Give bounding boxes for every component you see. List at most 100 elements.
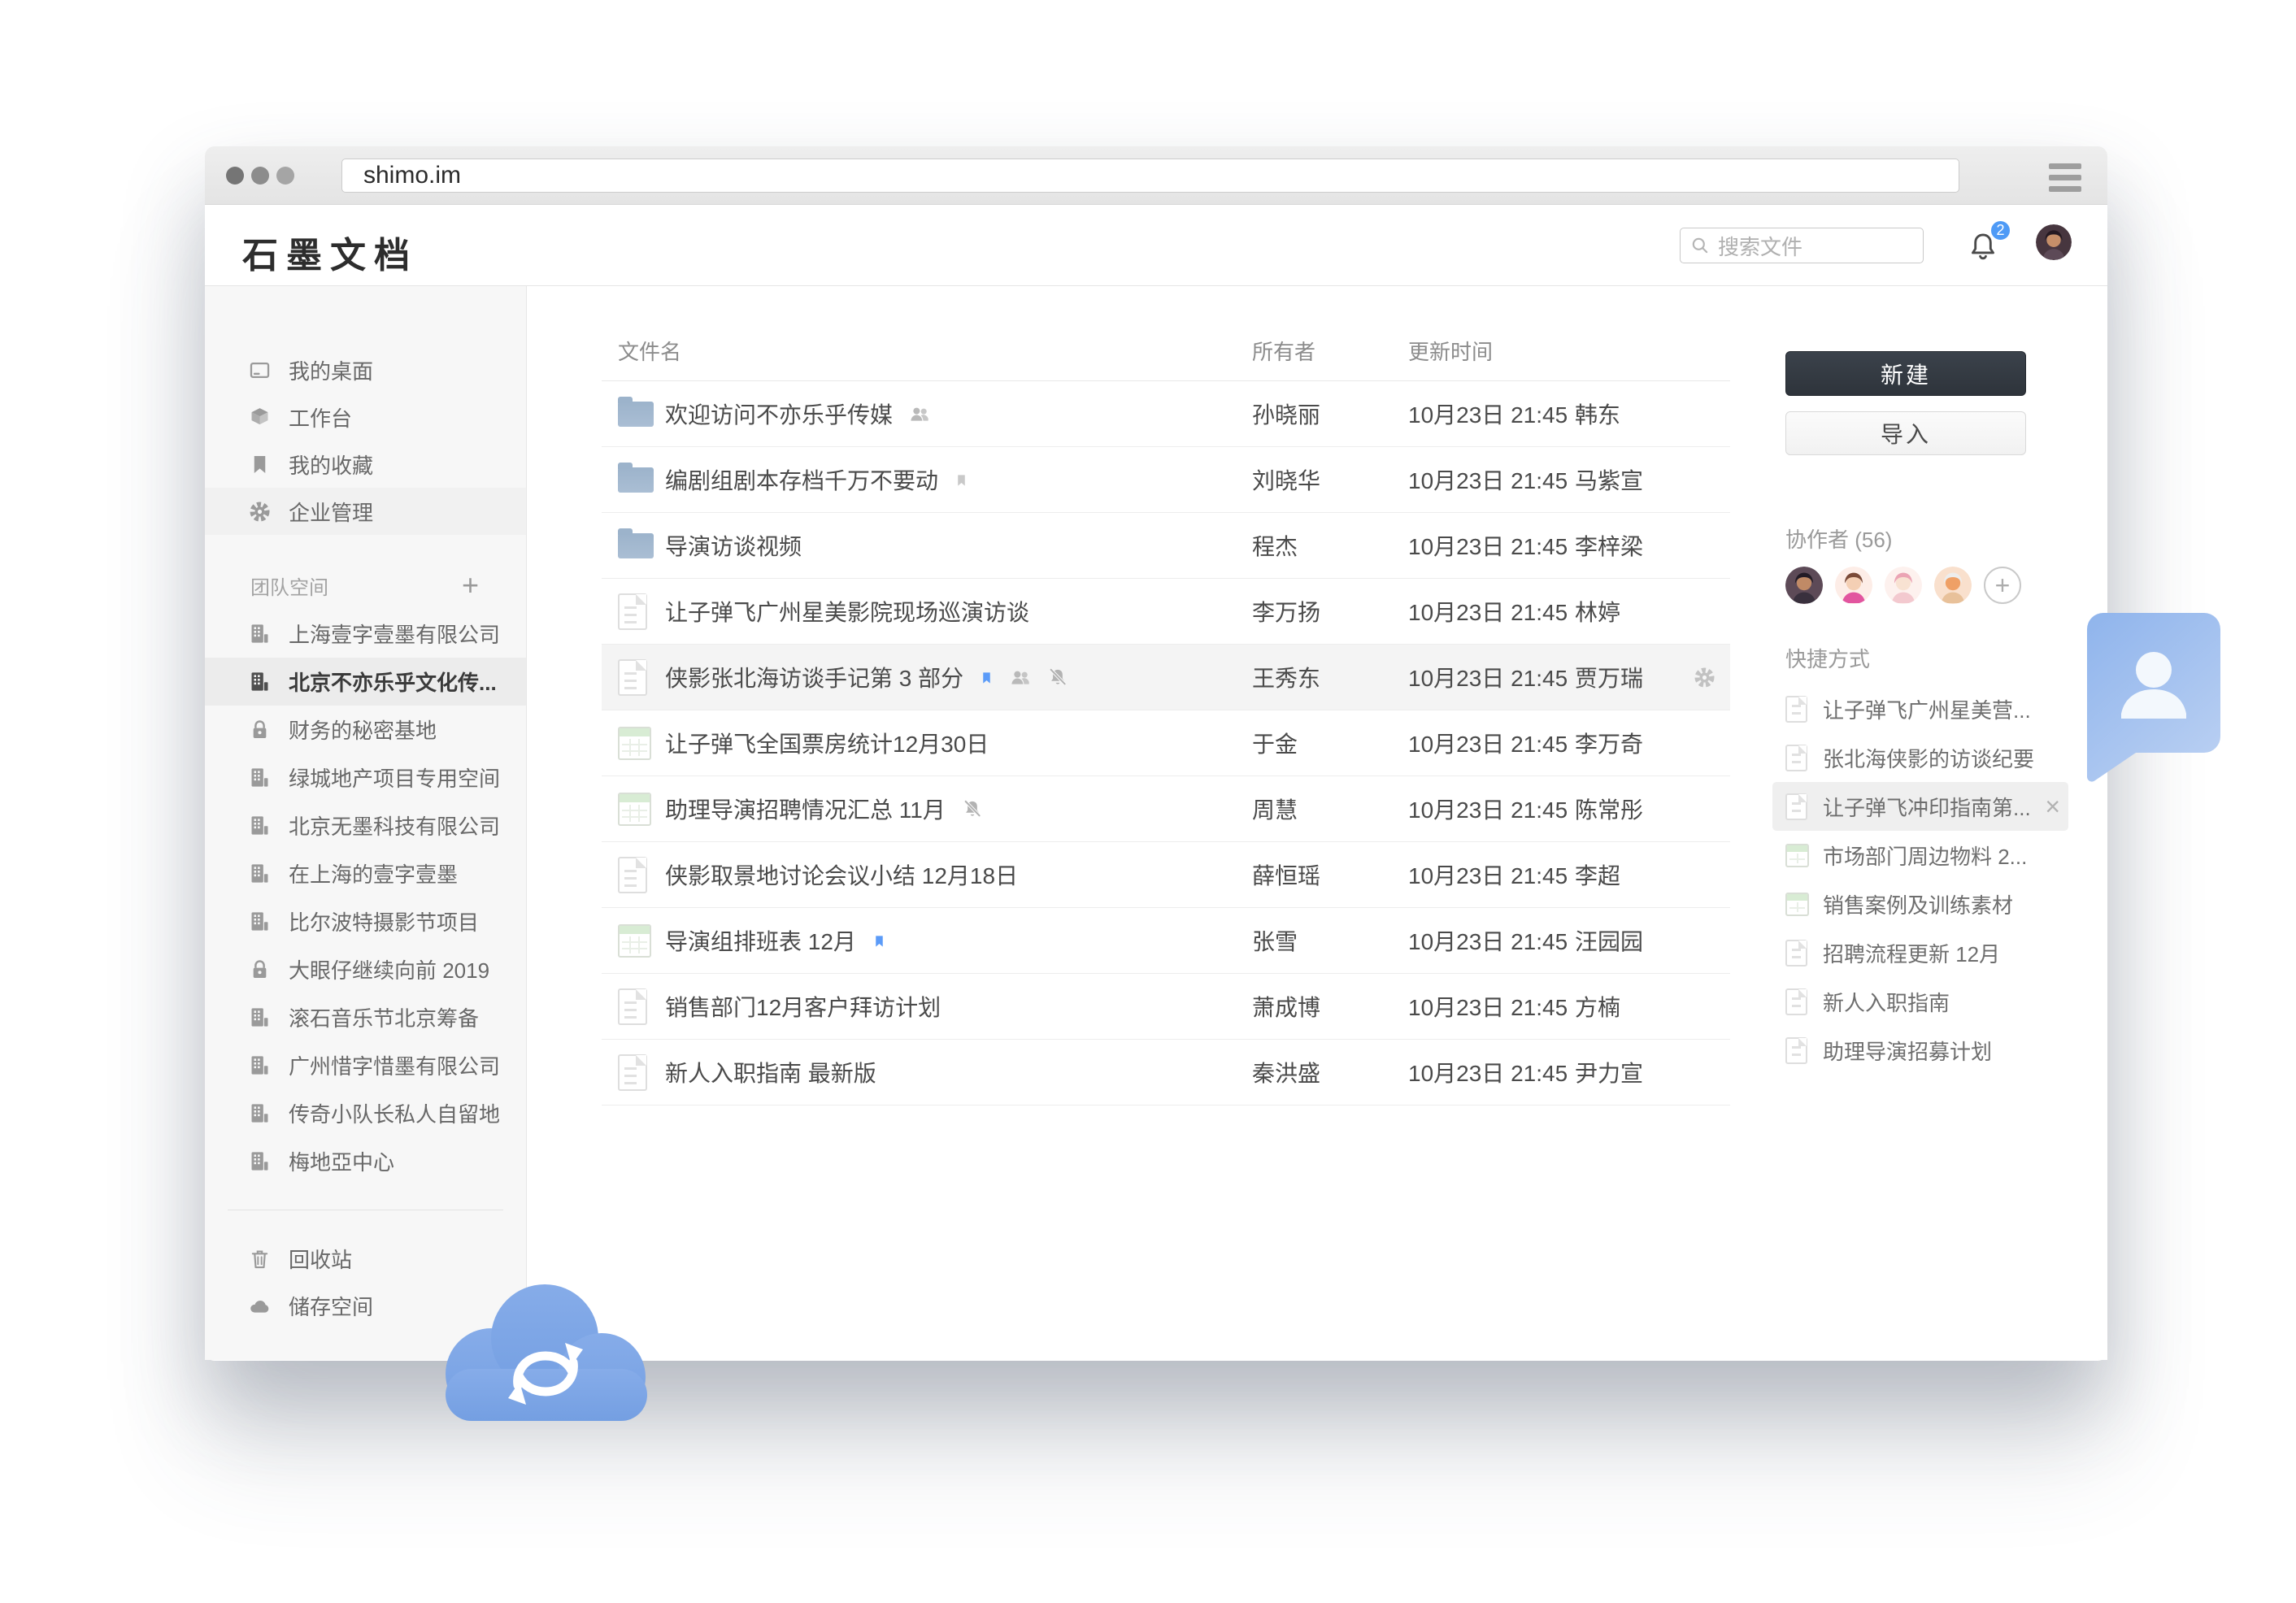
user-avatar[interactable] [2036, 224, 2072, 260]
address-bar[interactable]: shimo.im [341, 159, 1959, 193]
notification-badge: 2 [1989, 219, 2011, 241]
file-name: 侠影取景地讨论会议小结 12月18日 [665, 858, 1018, 891]
table-row[interactable]: 销售部门12月客户拜访计划 萧成博 10月23日 21:45 方楠 [602, 974, 1730, 1040]
doc-icon [618, 659, 647, 696]
import-button[interactable]: 导入 [1785, 411, 2026, 455]
right-panel: 新建 导入 协作者 (56) + 快捷方式 让子弹飞广州星美营... 张北海侠影… [1785, 286, 2107, 1360]
file-updater: 李万奇 [1575, 727, 1681, 759]
building-icon [249, 1150, 271, 1172]
table-row[interactable]: 侠影取景地讨论会议小结 12月18日 薛恒瑶 10月23日 21:45 李超 [602, 842, 1730, 908]
table-row[interactable]: 让子弹飞全国票房统计12月30日 于金 10月23日 21:45 李万奇 [602, 710, 1730, 776]
table-row[interactable]: 新人入职指南 最新版 秦洪盛 10月23日 21:45 尹力宣 [602, 1040, 1730, 1106]
bell-muted-icon [962, 798, 983, 819]
sidebar-item-label: 我的桌面 [289, 355, 373, 385]
table-row[interactable]: 侠影张北海访谈手记第 3 部分 王秀东 10月23日 21:45 贾万瑞 [602, 645, 1730, 710]
doc-icon [618, 593, 647, 630]
sidebar-footer-item[interactable]: 回收站 [205, 1235, 526, 1282]
file-updated: 10月23日 21:45 [1408, 595, 1575, 628]
sidebar-item-desktop[interactable]: 我的桌面 [205, 346, 526, 393]
sidebar: 我的桌面 工作台 我的收藏 企业管理 团队空间 + 上海壹字壹墨有限公司 北京不… [205, 286, 527, 1360]
table-row[interactable]: 欢迎访问不亦乐乎传媒 孙晓丽 10月23日 21:45 韩东 [602, 381, 1730, 447]
shortcut-item[interactable]: 让子弹飞冲印指南第... × [1772, 782, 2068, 831]
folder-icon [618, 533, 654, 558]
sidebar-team-item[interactable]: 比尔波特摄影节项目 [205, 897, 526, 945]
sidebar-team-item[interactable]: 传奇小队长私人自留地 [205, 1089, 526, 1137]
file-name: 让子弹飞广州星美影院现场巡演访谈 [665, 595, 1029, 628]
bookmark-icon [249, 454, 271, 476]
team-item-label: 北京无墨科技有限公司 [289, 810, 500, 841]
shortcuts-list: 让子弹飞广州星美营... 张北海侠影的访谈纪要 让子弹飞冲印指南第... × 市… [1772, 684, 2068, 1075]
shortcut-item[interactable]: 市场部门周边物料 2... [1772, 831, 2068, 880]
sidebar-team-item[interactable]: 梅地亞中心 [205, 1137, 526, 1185]
sidebar-team-item[interactable]: 大眼仔继续向前 2019 [205, 945, 526, 993]
window-controls[interactable] [226, 167, 294, 185]
sheet-icon [618, 924, 651, 958]
sidebar-item-label: 我的收藏 [289, 450, 373, 480]
table-row[interactable]: 导演组排班表 12月 张雪 10月23日 21:45 汪园园 [602, 908, 1730, 974]
bookmark-blue-icon [872, 931, 886, 950]
browser-menu-icon[interactable] [2049, 163, 2081, 198]
sidebar-item-bookmark[interactable]: 我的收藏 [205, 441, 526, 488]
file-owner: 李万扬 [1252, 595, 1408, 628]
window-minimize-button[interactable] [251, 167, 269, 185]
shortcut-item[interactable]: 销售案例及训练素材 [1772, 880, 2068, 928]
sidebar-team-item[interactable]: 北京不亦乐乎文化传... [205, 658, 526, 706]
people-icon [1010, 667, 1031, 688]
sidebar-team-item[interactable]: 上海壹字壹墨有限公司 [205, 610, 526, 658]
shortcut-item[interactable]: 助理导演招募计划 [1772, 1026, 2068, 1075]
collaborator-avatar[interactable] [1835, 567, 1872, 604]
team-item-label: 上海壹字壹墨有限公司 [289, 619, 500, 649]
file-updater: 林婷 [1575, 595, 1681, 628]
sidebar-item-workbench[interactable]: 工作台 [205, 393, 526, 441]
table-row[interactable]: 让子弹飞广州星美影院现场巡演访谈 李万扬 10月23日 21:45 林婷 [602, 579, 1730, 645]
browser-chrome: shimo.im [205, 146, 2107, 205]
feedback-bubble-button[interactable] [2084, 610, 2224, 784]
shortcut-item[interactable]: 让子弹飞广州星美营... [1772, 684, 2068, 733]
notifications-button[interactable]: 2 [1968, 226, 2000, 262]
folder-icon [618, 402, 654, 427]
desktop-icon [249, 359, 271, 381]
sidebar-team-item[interactable]: 滚石音乐节北京筹备 [205, 993, 526, 1041]
file-updated: 10月23日 21:45 [1408, 397, 1575, 430]
close-icon[interactable]: × [2045, 793, 2060, 819]
file-name: 助理导演招聘情况汇总 11月 [665, 793, 946, 825]
window-close-button[interactable] [226, 167, 244, 185]
shortcut-item[interactable]: 新人入职指南 [1772, 977, 2068, 1026]
sidebar-team-item[interactable]: 广州惜字惜墨有限公司 [205, 1041, 526, 1089]
search-input[interactable]: 搜索文件 [1680, 228, 1924, 263]
browser-window: shimo.im 石墨文档 搜索文件 2 [205, 146, 2107, 1361]
window-zoom-button[interactable] [276, 167, 294, 185]
table-header: 文件名 所有者 更新时间 [602, 286, 1730, 381]
sidebar-footer-label: 储存空间 [289, 1291, 373, 1321]
sidebar-item-gear[interactable]: 企业管理 [205, 488, 526, 535]
file-updater: 方楠 [1575, 990, 1681, 1023]
sheet-icon [1785, 893, 1809, 916]
table-row[interactable]: 导演访谈视频 程杰 10月23日 21:45 李梓梁 [602, 513, 1730, 579]
sidebar-team-item[interactable]: 财务的秘密基地 [205, 706, 526, 754]
doc-icon [618, 988, 647, 1025]
building-icon [249, 671, 271, 693]
shortcut-label: 销售案例及训练素材 [1823, 889, 2013, 919]
sidebar-team-item[interactable]: 在上海的壹字壹墨 [205, 849, 526, 897]
file-name: 侠影张北海访谈手记第 3 部分 [665, 661, 963, 693]
sidebar-team-item[interactable]: 北京无墨科技有限公司 [205, 802, 526, 849]
file-name: 欢迎访问不亦乐乎传媒 [665, 397, 893, 430]
add-collaborator-button[interactable]: + [1984, 567, 2021, 604]
team-item-label: 传奇小队长私人自留地 [289, 1098, 500, 1128]
new-button[interactable]: 新建 [1785, 351, 2026, 396]
sidebar-team-item[interactable]: 绿城地产项目专用空间 [205, 754, 526, 802]
doc-icon [1785, 1037, 1807, 1064]
collaborator-avatar[interactable] [1934, 567, 1972, 604]
collaborator-avatar[interactable] [1785, 567, 1823, 604]
table-row[interactable]: 编剧组剧本存档千万不要动 刘晓华 10月23日 21:45 马紫宣 [602, 447, 1730, 513]
shortcut-item[interactable]: 张北海侠影的访谈纪要 [1772, 733, 2068, 782]
app-logo: 石墨文档 [242, 226, 418, 278]
shortcut-item[interactable]: 招聘流程更新 12月 [1772, 928, 2068, 977]
table-row[interactable]: 助理导演招聘情况汇总 11月 周慧 10月23日 21:45 陈常彤 [602, 776, 1730, 842]
collaborator-avatar[interactable] [1885, 567, 1922, 604]
sidebar-footer-label: 回收站 [289, 1244, 352, 1274]
add-team-icon[interactable]: + [462, 571, 479, 600]
people-icon [909, 403, 930, 424]
collaborator-avatars: + [1785, 567, 2107, 604]
row-settings-gear-icon[interactable] [1694, 667, 1715, 689]
